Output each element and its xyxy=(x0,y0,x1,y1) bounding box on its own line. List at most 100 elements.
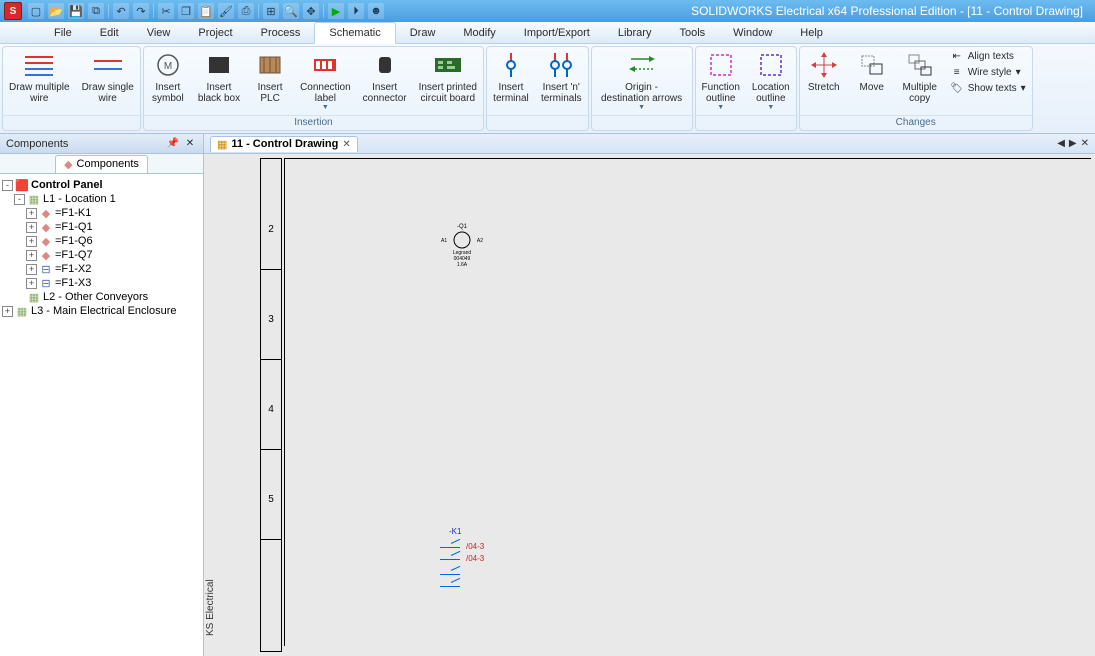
document-tab[interactable]: ▦ 11 - Control Drawing ✕ xyxy=(210,136,358,152)
align-texts-button[interactable]: ⇤Align texts xyxy=(950,49,1026,63)
menu-help[interactable]: Help xyxy=(786,22,837,43)
cross-reference: /04-3 xyxy=(466,554,484,563)
menu-project[interactable]: Project xyxy=(184,22,246,43)
qat-zoom-window-icon[interactable]: 🔍 xyxy=(283,3,299,19)
stretch-button[interactable]: Stretch xyxy=(800,47,848,93)
menu-import-export[interactable]: Import/Export xyxy=(510,22,604,43)
qat-print-icon[interactable]: ⎙ xyxy=(238,3,254,19)
move-button[interactable]: Move xyxy=(848,47,896,93)
menu-schematic[interactable]: Schematic xyxy=(314,22,395,44)
tree-node[interactable]: +▦L3 - Main Electrical Enclosure xyxy=(2,304,201,318)
qat-copy-icon[interactable]: ❐ xyxy=(178,3,194,19)
tree-node[interactable]: -🟥Control Panel xyxy=(2,178,201,192)
insert-connector-button[interactable]: Insert connector xyxy=(357,47,413,104)
tree-expander-icon[interactable]: + xyxy=(26,264,37,275)
qat-run-icon[interactable]: ▶ xyxy=(328,3,344,19)
tree-node-label: Control Panel xyxy=(31,179,103,191)
show-texts-icon: 🏷 xyxy=(950,81,964,95)
qat-zoom-extents-icon[interactable]: ⊞ xyxy=(263,3,279,19)
align-texts-icon: ⇤ xyxy=(950,49,964,63)
contact-symbol[interactable] xyxy=(440,586,460,587)
tree-expander-icon[interactable]: + xyxy=(26,250,37,261)
svg-text:M: M xyxy=(164,61,172,72)
tree-node[interactable]: +⊟=F1-X2 xyxy=(2,262,201,276)
qat-macro-icon[interactable]: ⏵ xyxy=(348,3,364,19)
contact-symbol[interactable] xyxy=(440,574,460,575)
panel-tab-components[interactable]: ◆ Components xyxy=(55,155,148,173)
qat-open-icon[interactable]: 📂 xyxy=(48,3,64,19)
qat-redo-icon[interactable]: ↷ xyxy=(133,3,149,19)
insert-plc-button[interactable]: Insert PLC xyxy=(246,47,294,104)
panel-pin-icon[interactable]: 📌 xyxy=(166,137,180,151)
drawing-area: ▦ 11 - Control Drawing ✕ ◀ ▶ ✕ 2 3 4 xyxy=(204,134,1095,656)
tab-nav-prev-icon[interactable]: ◀ xyxy=(1057,138,1065,149)
tree-expander-icon[interactable]: - xyxy=(14,194,25,205)
tree-expander-icon[interactable]: + xyxy=(2,306,13,317)
function-outline-button[interactable]: Function outline▼ xyxy=(696,47,746,112)
cross-reference: /04-3 xyxy=(466,542,484,551)
qat-paste-icon[interactable]: 📋 xyxy=(198,3,214,19)
qat-cut-icon[interactable]: ✂ xyxy=(158,3,174,19)
tree-node[interactable]: +⊟=F1-X3 xyxy=(2,276,201,290)
tree-expander-icon[interactable]: + xyxy=(26,208,37,219)
menu-file[interactable]: File xyxy=(40,22,86,43)
app-icon: S xyxy=(4,2,22,20)
insert-black-box-button[interactable]: Insert black box xyxy=(192,47,246,104)
panel-close-icon[interactable]: ✕ xyxy=(183,137,197,151)
menu-window[interactable]: Window xyxy=(719,22,786,43)
schematic-symbol[interactable]: -Q1 Legrand 004049 1.6A A1 A2 xyxy=(447,224,477,268)
tree-expander-icon[interactable] xyxy=(14,292,25,303)
qat-assistant-icon[interactable]: ☻ xyxy=(368,3,384,19)
group-label-changes: Changes xyxy=(800,115,1032,130)
insert-pcb-button[interactable]: Insert printed circuit board xyxy=(413,47,483,104)
qat-undo-icon[interactable]: ↶ xyxy=(113,3,129,19)
component-tag[interactable]: -K1 xyxy=(449,527,461,536)
tree-node[interactable]: +◆=F1-K1 xyxy=(2,206,201,220)
insert-n-terminals-button[interactable]: Insert 'n' terminals xyxy=(535,47,588,104)
tree-node[interactable]: -▦L1 - Location 1 xyxy=(2,192,201,206)
tree-expander-icon[interactable]: + xyxy=(26,236,37,247)
draw-single-wire-button[interactable]: Draw single wire xyxy=(76,47,140,104)
tree-node[interactable]: ▦L2 - Other Conveyors xyxy=(2,290,201,304)
ribbon-group-origin-dest: Origin - destination arrows▼ xyxy=(591,46,693,131)
qat-pan-icon[interactable]: ✥ xyxy=(303,3,319,19)
tree-node[interactable]: +◆=F1-Q6 xyxy=(2,234,201,248)
origin-destination-arrows-button[interactable]: Origin - destination arrows▼ xyxy=(592,47,692,112)
group-label-insertion: Insertion xyxy=(144,115,483,130)
menu-view[interactable]: View xyxy=(133,22,185,43)
tree-node[interactable]: +◆=F1-Q7 xyxy=(2,248,201,262)
menu-draw[interactable]: Draw xyxy=(396,22,450,43)
terminal-icon xyxy=(495,50,527,80)
document-tab-label: 11 - Control Drawing xyxy=(231,138,338,150)
menu-library[interactable]: Library xyxy=(604,22,666,43)
row-number: 5 xyxy=(264,494,278,505)
menu-modify[interactable]: Modify xyxy=(449,22,509,43)
ribbon-group-outlines: Function outline▼ Location outline▼ xyxy=(695,46,797,131)
qat-new-icon[interactable]: ▢ xyxy=(28,3,44,19)
drawing-canvas[interactable]: 2 3 4 5 -Q1 Legrand 004049 1.6A A1 A2 -K… xyxy=(204,154,1095,656)
tree-expander-icon[interactable]: + xyxy=(26,278,37,289)
insert-symbol-button[interactable]: M Insert symbol xyxy=(144,47,192,104)
show-texts-button[interactable]: 🏷Show texts ▾ xyxy=(950,81,1026,95)
tab-nav-next-icon[interactable]: ▶ xyxy=(1069,138,1077,149)
contact-symbol[interactable] xyxy=(440,547,460,548)
menu-tools[interactable]: Tools xyxy=(665,22,719,43)
qat-saveall-icon[interactable]: ⧉ xyxy=(88,3,104,19)
tree-expander-icon[interactable]: - xyxy=(2,180,13,191)
contact-symbol[interactable] xyxy=(440,559,460,560)
document-tab-close-icon[interactable]: ✕ xyxy=(342,139,350,150)
menu-edit[interactable]: Edit xyxy=(86,22,133,43)
tab-nav-close-icon[interactable]: ✕ xyxy=(1081,138,1089,149)
connection-label-button[interactable]: Connection label▼ xyxy=(294,47,357,112)
wire-style-button[interactable]: ≡Wire style ▾ xyxy=(950,65,1026,79)
tree-expander-icon[interactable]: + xyxy=(26,222,37,233)
qat-save-icon[interactable]: 💾 xyxy=(68,3,84,19)
multiple-copy-button[interactable]: Multiple copy xyxy=(896,47,944,104)
multiple-copy-icon xyxy=(904,50,936,80)
tree-node[interactable]: +◆=F1-Q1 xyxy=(2,220,201,234)
location-outline-button[interactable]: Location outline▼ xyxy=(746,47,796,112)
insert-terminal-button[interactable]: Insert terminal xyxy=(487,47,535,104)
draw-multiple-wire-button[interactable]: Draw multiple wire xyxy=(3,47,76,104)
menu-process[interactable]: Process xyxy=(247,22,315,43)
qat-copyfmt-icon[interactable]: 🖌 xyxy=(218,3,234,19)
